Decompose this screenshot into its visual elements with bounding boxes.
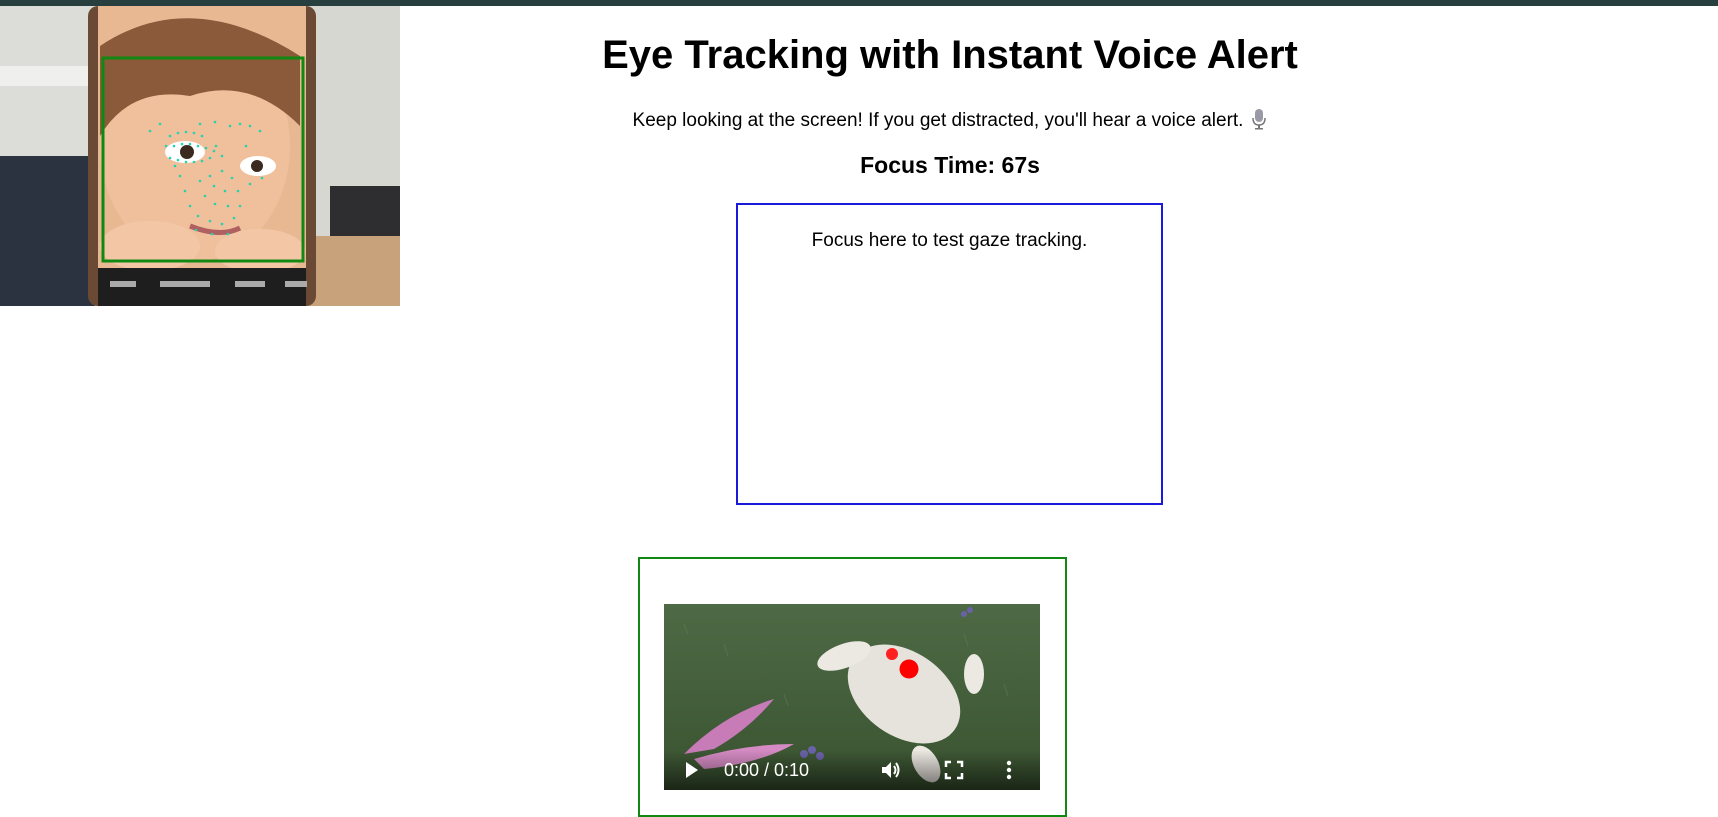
fullscreen-icon[interactable] [944, 760, 964, 780]
gaze-point-dot [899, 659, 919, 679]
more-vert-icon[interactable] [1004, 758, 1014, 782]
play-icon[interactable] [684, 760, 700, 780]
focus-time-counter: Focus Time: 67s [860, 152, 1040, 178]
instructions-text: Keep looking at the screen! If you get d… [91, 108, 1718, 133]
instructions-label: Keep looking at the screen! If you get d… [632, 110, 1244, 131]
gaze-prediction-dot [886, 648, 898, 660]
focus-area-text: Focus here to test gaze tracking. [811, 230, 1088, 251]
volume-icon[interactable] [880, 759, 902, 781]
gaze-focus-area: Focus here to test gaze tracking. [736, 203, 1163, 505]
video-time-display: 0:00 / 0:10 [724, 760, 810, 780]
microphone-icon [1251, 108, 1267, 130]
page-title: Eye Tracking with Instant Voice Alert [602, 33, 1298, 77]
video-controls: 0:00 / 0:10 [664, 750, 1040, 790]
video-player[interactable]: 0:00 / 0:10 [664, 604, 1040, 790]
